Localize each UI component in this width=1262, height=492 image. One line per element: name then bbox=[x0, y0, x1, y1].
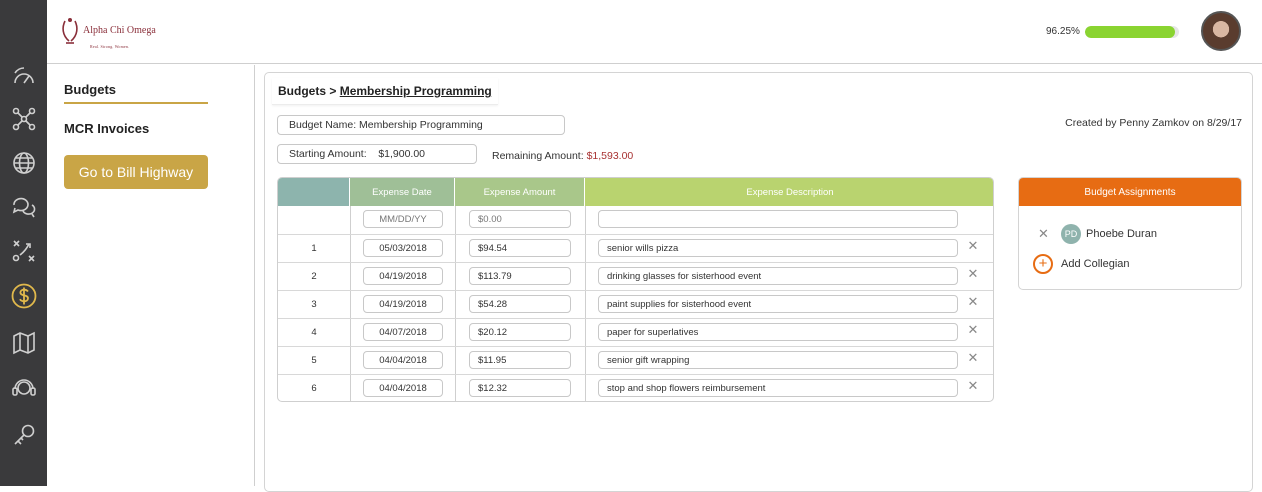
progress-percent: 96.25% bbox=[1046, 26, 1080, 37]
side-nav: Budgets MCR Invoices Go to Bill Highway bbox=[47, 65, 255, 486]
expense-date-input[interactable]: 04/19/2018 bbox=[363, 267, 443, 285]
dollar-coin-icon[interactable] bbox=[9, 281, 39, 311]
remove-row-icon[interactable]: ✕ bbox=[966, 379, 980, 393]
expense-date-input[interactable]: 04/04/2018 bbox=[363, 379, 443, 397]
budget-name-value: Membership Programming bbox=[359, 119, 483, 131]
expense-description-input[interactable]: stop and shop flowers reimbursement bbox=[598, 379, 958, 397]
dashboard-gauge-icon[interactable] bbox=[9, 62, 39, 92]
breadcrumb-current[interactable]: Membership Programming bbox=[340, 84, 492, 98]
expense-date-input[interactable]: 05/03/2018 bbox=[363, 239, 443, 257]
expense-description-input[interactable]: senior gift wrapping bbox=[598, 351, 958, 369]
new-description-input[interactable] bbox=[598, 210, 958, 228]
add-collegian-button[interactable]: + Add Collegian bbox=[1033, 254, 1130, 274]
assignee-name: Phoebe Duran bbox=[1086, 228, 1157, 240]
chat-bubbles-icon[interactable] bbox=[9, 192, 39, 222]
breadcrumb-separator: > bbox=[329, 84, 337, 98]
new-date-input[interactable]: MM/DD/YY bbox=[363, 210, 443, 228]
breadcrumb: Budgets > Membership Programming bbox=[272, 78, 498, 105]
expense-description-input[interactable]: paper for superlatives bbox=[598, 323, 958, 341]
breadcrumb-root[interactable]: Budgets bbox=[278, 84, 326, 98]
globe-icon[interactable] bbox=[9, 148, 39, 178]
expense-description-input[interactable]: senior wills pizza bbox=[598, 239, 958, 257]
budget-name-label: Budget Name: bbox=[289, 119, 357, 131]
row-number: 5 bbox=[311, 355, 317, 366]
row-number: 1 bbox=[311, 243, 317, 254]
budget-assignments-title: Budget Assignments bbox=[1019, 178, 1241, 206]
col-header-expense-date: Expense Date bbox=[350, 178, 455, 206]
remaining-amount-label: Remaining Amount: bbox=[492, 150, 584, 162]
table-row: 3 04/19/2018 $54.28 paint supplies for s… bbox=[278, 290, 993, 318]
go-to-bill-highway-button[interactable]: Go to Bill Highway bbox=[64, 155, 208, 189]
book-map-icon[interactable] bbox=[9, 328, 39, 358]
brand-name: Alpha Chi Omega bbox=[83, 25, 156, 36]
expense-description-input[interactable]: paint supplies for sisterhood event bbox=[598, 295, 958, 313]
expense-date-input[interactable]: 04/07/2018 bbox=[363, 323, 443, 341]
app-header: Alpha Chi Omega Real. Strong. Women. 96.… bbox=[47, 0, 1262, 64]
expense-amount-input[interactable]: $113.79 bbox=[469, 267, 571, 285]
budget-assignments-card: Budget Assignments ✕ PD Phoebe Duran + A… bbox=[1018, 177, 1242, 290]
lyre-logo-icon bbox=[62, 18, 78, 44]
starting-amount-label: Starting Amount: bbox=[289, 148, 367, 160]
remaining-amount-value: $1,593.00 bbox=[586, 150, 634, 162]
expense-date-input[interactable]: 04/19/2018 bbox=[363, 295, 443, 313]
remove-row-icon[interactable]: ✕ bbox=[966, 323, 980, 337]
remove-row-icon[interactable]: ✕ bbox=[966, 295, 980, 309]
brand-logo[interactable]: Alpha Chi Omega bbox=[59, 16, 156, 46]
new-expense-row: MM/DD/YY $0.00 bbox=[278, 206, 993, 234]
expense-description-input[interactable]: drinking glasses for sisterhood event bbox=[598, 267, 958, 285]
col-header-number bbox=[278, 178, 350, 206]
remove-assignee-icon[interactable]: ✕ bbox=[1038, 226, 1050, 242]
nav-item-budgets[interactable]: Budgets bbox=[64, 82, 208, 104]
row-number: 6 bbox=[311, 383, 317, 394]
budget-detail-panel: Budgets > Membership Programming Budget … bbox=[264, 72, 1253, 492]
table-row: 4 04/07/2018 $20.12 paper for superlativ… bbox=[278, 318, 993, 346]
expense-amount-input[interactable]: $94.54 bbox=[469, 239, 571, 257]
add-circle-icon[interactable]: + bbox=[1033, 254, 1053, 274]
new-amount-input[interactable]: $0.00 bbox=[469, 210, 571, 228]
assignee-item: ✕ PD Phoebe Duran bbox=[1038, 224, 1157, 244]
expense-amount-input[interactable]: $20.12 bbox=[469, 323, 571, 341]
brand-tagline: Real. Strong. Women. bbox=[90, 44, 130, 49]
strategy-play-icon[interactable] bbox=[9, 236, 39, 266]
remove-row-icon[interactable]: ✕ bbox=[966, 239, 980, 253]
expense-amount-input[interactable]: $12.32 bbox=[469, 379, 571, 397]
progress-fill bbox=[1085, 26, 1176, 38]
expense-date-input[interactable]: 04/04/2018 bbox=[363, 351, 443, 369]
progress-bar bbox=[1085, 26, 1179, 38]
key-icon[interactable] bbox=[9, 420, 39, 450]
row-number: 4 bbox=[311, 327, 317, 338]
expense-table: Expense Date Expense Amount Expense Desc… bbox=[277, 177, 994, 402]
table-row: 5 04/04/2018 $11.95 senior gift wrapping… bbox=[278, 346, 993, 374]
starting-amount-field[interactable]: Starting Amount: $1,900.00 bbox=[277, 144, 477, 164]
created-by-text: Created by Penny Zamkov on 8/29/17 bbox=[1065, 117, 1242, 129]
row-number: 3 bbox=[311, 299, 317, 310]
expense-amount-input[interactable]: $11.95 bbox=[469, 351, 571, 369]
table-row: 1 05/03/2018 $94.54 senior wills pizza ✕ bbox=[278, 234, 993, 262]
table-row: 2 04/19/2018 $113.79 drinking glasses fo… bbox=[278, 262, 993, 290]
network-nodes-icon[interactable] bbox=[9, 104, 39, 134]
remove-row-icon[interactable]: ✕ bbox=[966, 267, 980, 281]
remaining-amount: Remaining Amount: $1,593.00 bbox=[492, 150, 633, 162]
col-header-expense-amount: Expense Amount bbox=[455, 178, 585, 206]
starting-amount-value: $1,900.00 bbox=[378, 148, 426, 160]
remove-row-icon[interactable]: ✕ bbox=[966, 351, 980, 365]
expense-amount-input[interactable]: $54.28 bbox=[469, 295, 571, 313]
table-row: 6 04/04/2018 $12.32 stop and shop flower… bbox=[278, 374, 993, 401]
icon-rail bbox=[0, 0, 47, 486]
budget-name-field[interactable]: Budget Name: Membership Programming bbox=[277, 115, 565, 135]
row-number: 2 bbox=[311, 271, 317, 282]
user-avatar[interactable] bbox=[1201, 11, 1241, 51]
nav-item-mcr-invoices[interactable]: MCR Invoices bbox=[64, 121, 149, 136]
col-header-expense-description: Expense Description bbox=[585, 178, 993, 206]
add-collegian-label: Add Collegian bbox=[1061, 258, 1130, 270]
assignee-avatar: PD bbox=[1061, 224, 1081, 244]
support-headset-icon[interactable] bbox=[9, 373, 39, 403]
